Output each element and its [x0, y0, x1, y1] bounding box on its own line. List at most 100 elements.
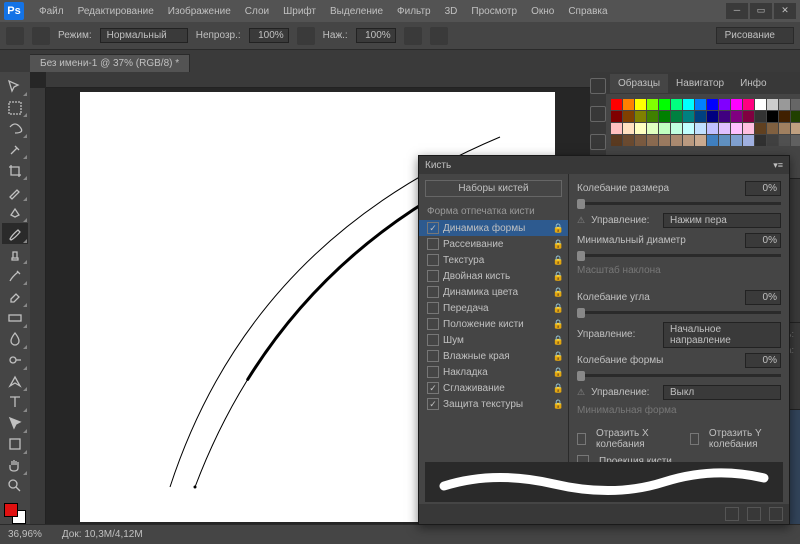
wand-tool[interactable]	[2, 139, 28, 160]
crop-tool[interactable]	[2, 160, 28, 181]
ruler-vertical[interactable]	[30, 88, 46, 524]
swatch[interactable]	[695, 99, 706, 110]
swatch[interactable]	[635, 123, 646, 134]
blur-tool[interactable]	[2, 329, 28, 350]
brush-option-текстура[interactable]: Текстура🔒	[419, 252, 568, 268]
swatch[interactable]	[731, 99, 742, 110]
tool-preset-icon[interactable]	[6, 27, 24, 45]
flipy-checkbox[interactable]	[690, 433, 699, 445]
swatch[interactable]	[743, 99, 754, 110]
lock-icon[interactable]: 🔒	[553, 271, 564, 282]
size-jitter-input[interactable]: 0%	[745, 181, 781, 196]
swatch[interactable]	[647, 123, 658, 134]
blend-mode-select[interactable]: Нормальный	[100, 28, 188, 43]
swatch[interactable]	[779, 123, 790, 134]
menu-просмотр[interactable]: Просмотр	[464, 3, 524, 20]
lock-icon[interactable]: 🔒	[553, 335, 564, 346]
swatch[interactable]	[779, 99, 790, 110]
swatch[interactable]	[635, 111, 646, 122]
swatch[interactable]	[755, 123, 766, 134]
swatch[interactable]	[695, 123, 706, 134]
swatch[interactable]	[683, 99, 694, 110]
swatch[interactable]	[719, 123, 730, 134]
checkbox[interactable]: ✓	[427, 222, 439, 234]
checkbox[interactable]	[427, 350, 439, 362]
swatch[interactable]	[779, 135, 790, 146]
swatch[interactable]	[707, 123, 718, 134]
flow-input[interactable]: 100%	[356, 28, 396, 43]
swatch[interactable]	[695, 135, 706, 146]
brush-option-защита-текстуры[interactable]: ✓Защита текстуры🔒	[419, 396, 568, 412]
brush-option-двойная-кисть[interactable]: Двойная кисть🔒	[419, 268, 568, 284]
tab-info[interactable]: Инфо	[732, 74, 775, 93]
swatch[interactable]	[767, 99, 778, 110]
swatch[interactable]	[731, 123, 742, 134]
brush-panel-header[interactable]: Кисть ▾≡	[419, 156, 789, 174]
menu-файл[interactable]: Файл	[32, 3, 71, 20]
swatch[interactable]	[755, 99, 766, 110]
swatch[interactable]	[707, 111, 718, 122]
swatch[interactable]	[695, 111, 706, 122]
swatch[interactable]	[671, 111, 682, 122]
lock-icon[interactable]: 🔒	[553, 239, 564, 250]
healing-tool[interactable]	[2, 202, 28, 223]
lasso-tool[interactable]	[2, 118, 28, 139]
lock-icon[interactable]: 🔒	[553, 351, 564, 362]
swatch[interactable]	[623, 135, 634, 146]
swatch[interactable]	[791, 123, 800, 134]
lock-icon[interactable]: 🔒	[553, 399, 564, 410]
swatch[interactable]	[623, 99, 634, 110]
minimize-button[interactable]: ─	[726, 3, 748, 19]
panel-menu-icon[interactable]: ▾≡	[773, 160, 783, 171]
swatch[interactable]	[671, 123, 682, 134]
swatch[interactable]	[623, 123, 634, 134]
swatch[interactable]	[743, 123, 754, 134]
checkbox[interactable]: ✓	[427, 382, 439, 394]
gradient-tool[interactable]	[2, 308, 28, 329]
swatch[interactable]	[659, 111, 670, 122]
maximize-button[interactable]: ▭	[750, 3, 772, 19]
brush-icon[interactable]	[590, 106, 606, 122]
swatch[interactable]	[767, 111, 778, 122]
zoom-tool[interactable]	[2, 476, 28, 497]
flipx-checkbox[interactable]	[577, 433, 586, 445]
swatch[interactable]	[671, 135, 682, 146]
size-control-select[interactable]: Нажим пера	[663, 213, 781, 228]
brush-option-положение-кисти[interactable]: Положение кисти🔒	[419, 316, 568, 332]
tab-navigator[interactable]: Навигатор	[668, 74, 732, 93]
swatch[interactable]	[719, 135, 730, 146]
brush-option-динамика-цвета[interactable]: Динамика цвета🔒	[419, 284, 568, 300]
checkbox[interactable]	[427, 302, 439, 314]
swatch[interactable]	[731, 111, 742, 122]
menu-редактирование[interactable]: Редактирование	[71, 3, 161, 20]
dodge-tool[interactable]	[2, 350, 28, 371]
brush-option-сглаживание[interactable]: ✓Сглаживание🔒	[419, 380, 568, 396]
brush-tip-section[interactable]: Форма отпечатка кисти	[419, 203, 568, 220]
stamp-tool[interactable]	[2, 244, 28, 265]
menu-3d[interactable]: 3D	[438, 3, 465, 20]
swatch[interactable]	[755, 111, 766, 122]
lock-icon[interactable]: 🔒	[553, 223, 564, 234]
marquee-tool[interactable]	[2, 97, 28, 118]
checkbox[interactable]	[427, 366, 439, 378]
fg-color[interactable]	[4, 503, 18, 517]
swatches-icon[interactable]	[590, 78, 606, 94]
brush-option-передача[interactable]: Передача🔒	[419, 300, 568, 316]
lock-icon[interactable]: 🔒	[553, 319, 564, 330]
eraser-tool[interactable]	[2, 286, 28, 307]
swatch[interactable]	[767, 135, 778, 146]
lock-icon[interactable]: 🔒	[553, 303, 564, 314]
menu-шрифт[interactable]: Шрифт	[276, 3, 323, 20]
lock-icon[interactable]: 🔒	[553, 255, 564, 266]
hand-tool[interactable]	[2, 455, 28, 476]
opacity-input[interactable]: 100%	[249, 28, 289, 43]
brush-option-динамика-формы[interactable]: ✓Динамика формы🔒	[419, 220, 568, 236]
swatch[interactable]	[611, 111, 622, 122]
swatch[interactable]	[611, 123, 622, 134]
swatch[interactable]	[791, 99, 800, 110]
new-brush-icon[interactable]	[747, 507, 761, 521]
menu-окно[interactable]: Окно	[524, 3, 561, 20]
round-jitter-input[interactable]: 0%	[745, 353, 781, 368]
swatch[interactable]	[707, 135, 718, 146]
swatch[interactable]	[719, 99, 730, 110]
